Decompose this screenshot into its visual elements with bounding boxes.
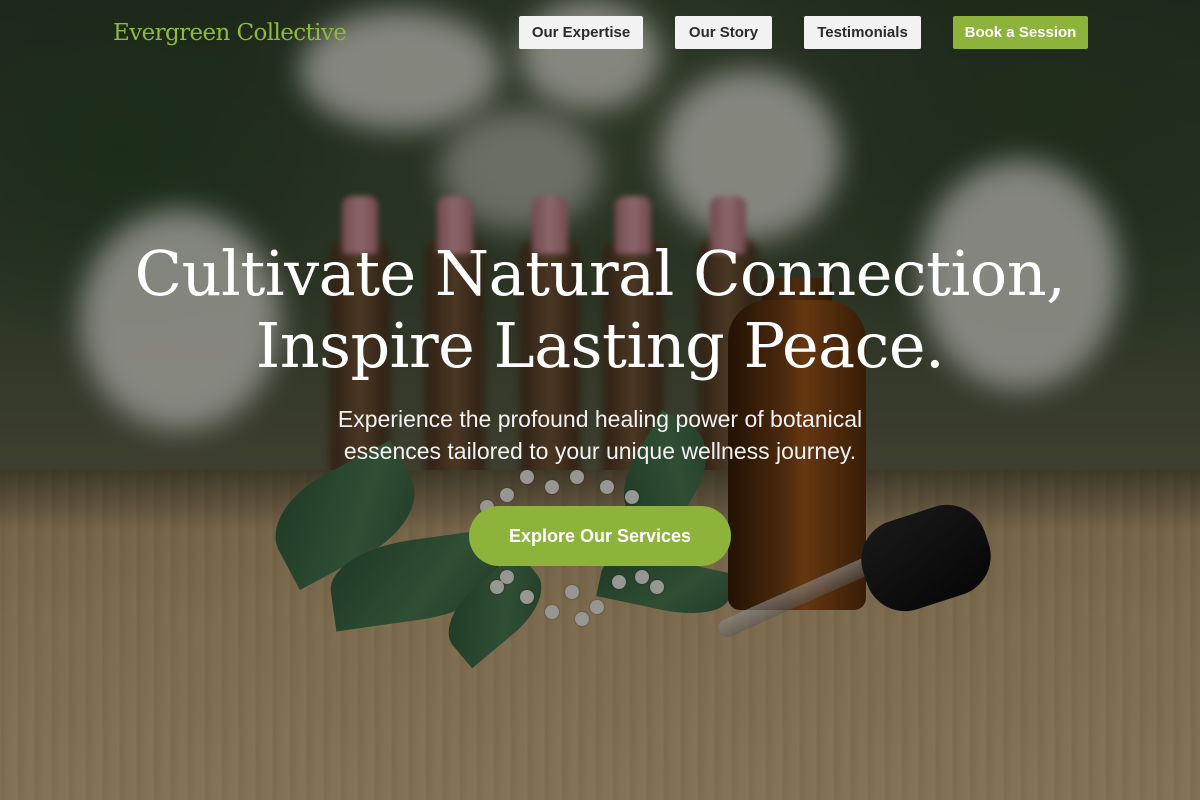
hero-subheading: Experience the profound healing power of… bbox=[0, 403, 1200, 467]
book-session-button[interactable]: Book a Session bbox=[953, 16, 1088, 49]
hero-section: Evergreen Collective Our Expertise Our S… bbox=[0, 0, 1200, 800]
nav-our-story[interactable]: Our Story bbox=[675, 16, 772, 49]
hero-headline: Cultivate Natural Connection, Inspire La… bbox=[0, 238, 1200, 382]
hero-subheading-line-1: Experience the profound healing power of… bbox=[337, 406, 863, 432]
site-header: Evergreen Collective Our Expertise Our S… bbox=[0, 0, 1200, 66]
hero-background-image bbox=[0, 0, 1200, 800]
brand-logo[interactable]: Evergreen Collective bbox=[113, 18, 347, 48]
explore-services-button[interactable]: Explore Our Services bbox=[469, 506, 731, 566]
hero-subheading-line-2: essences tailored to your unique wellnes… bbox=[343, 438, 857, 464]
nav-testimonials[interactable]: Testimonials bbox=[804, 16, 921, 49]
hero-headline-line-1: Cultivate Natural Connection, bbox=[134, 237, 1066, 310]
nav-our-expertise[interactable]: Our Expertise bbox=[519, 16, 643, 49]
hero-headline-line-2: Inspire Lasting Peace. bbox=[255, 309, 945, 382]
